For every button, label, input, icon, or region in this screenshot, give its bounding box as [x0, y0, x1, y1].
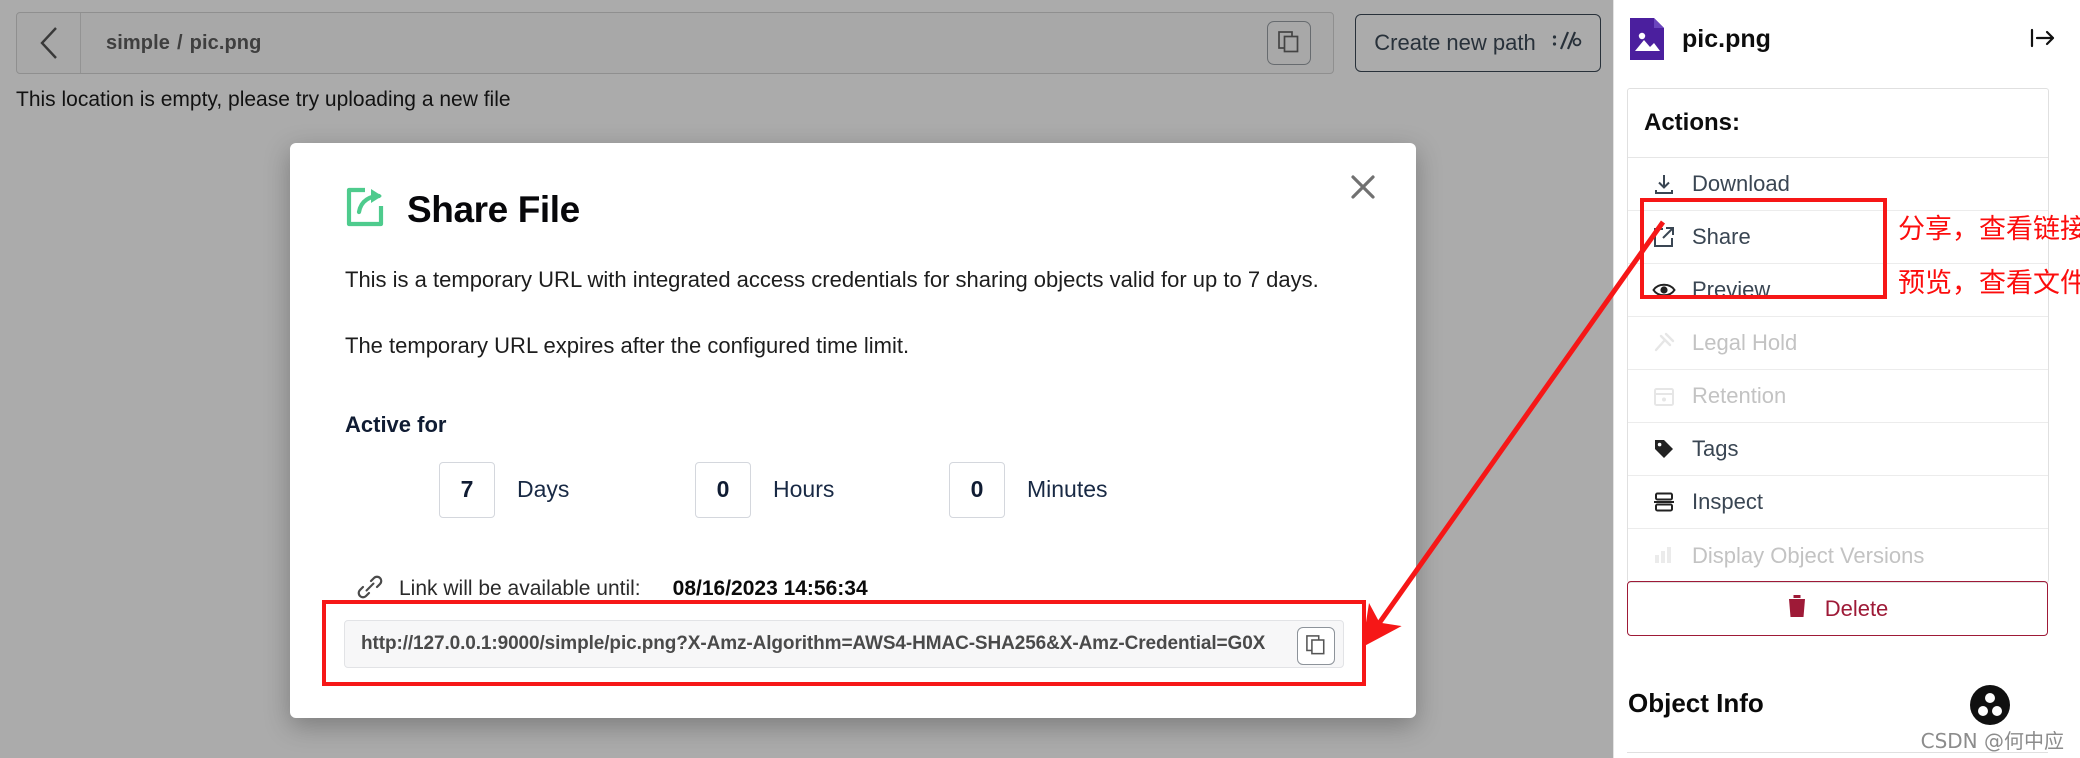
tag-icon: [1652, 437, 1676, 461]
trash-icon: [1787, 594, 1807, 624]
gavel-icon: [1652, 331, 1676, 355]
dialog-paragraph-2: The temporary URL expires after the conf…: [345, 333, 910, 359]
action-label: Display Object Versions: [1692, 542, 1925, 568]
link-expiry-label: Link will be available until:: [399, 577, 641, 601]
collapse-right-icon: [2030, 27, 2056, 52]
dialog-paragraph-1: This is a temporary URL with integrated …: [345, 267, 1319, 292]
inspect-icon: [1652, 490, 1676, 514]
link-expiry-value: 08/16/2023 14:56:34: [672, 577, 868, 601]
action-label: Retention: [1692, 383, 1787, 408]
action-label: Tags: [1692, 436, 1739, 461]
action-label: Inspect: [1692, 489, 1763, 514]
hours-input[interactable]: 0: [695, 461, 751, 518]
share-url-input[interactable]: http://127.0.0.1:9000/simple/pic.png?X-A…: [344, 620, 1344, 668]
actions-panel: Actions: Download Share Preview Legal Ho…: [1627, 88, 2049, 583]
share-file-icon: [345, 186, 385, 233]
preview-annotation-note: 预览，查看文件: [1898, 268, 2080, 299]
duration-row: 7 Days 0 Hours 0 Minutes: [345, 461, 1361, 518]
share-preview-highlight-annotation: [1640, 198, 1887, 299]
object-info-title: Object Info: [1628, 688, 1764, 718]
minio-logo-icon: [1969, 684, 2011, 726]
action-item-legal-hold: Legal Hold: [1628, 317, 2048, 370]
duration-days-group: 7 Days: [439, 461, 695, 518]
copy-url-button[interactable]: [1297, 627, 1335, 665]
actions-panel-title: Actions:: [1628, 89, 2048, 158]
share-file-dialog: Share File This is a temporary URL with …: [290, 143, 1416, 718]
delete-button[interactable]: Delete: [1627, 581, 2048, 636]
download-icon: [1652, 172, 1676, 196]
minutes-input[interactable]: 0: [949, 461, 1005, 518]
dialog-body: This is a temporary URL with integrated …: [290, 267, 1416, 605]
days-input[interactable]: 7: [439, 461, 495, 518]
action-label: Legal Hold: [1692, 330, 1798, 355]
image-file-icon: [1630, 18, 1664, 60]
action-item-display-object-versions: Display Object Versions: [1628, 529, 2048, 582]
delete-label: Delete: [1824, 595, 1889, 621]
versions-icon: [1652, 544, 1676, 568]
action-label: Download: [1692, 171, 1790, 196]
close-icon: [1349, 173, 1377, 204]
share-annotation-note: 分享，查看链接: [1898, 214, 2080, 245]
app-root: simple / pic.png Create new path This lo…: [0, 0, 2080, 758]
days-unit-label: Days: [517, 476, 570, 503]
copy-icon: [1306, 634, 1326, 658]
dialog-title: Share File: [407, 188, 580, 230]
action-item-inspect[interactable]: Inspect: [1628, 476, 2048, 529]
duration-hours-group: 0 Hours: [695, 461, 949, 518]
calendar-icon: [1652, 384, 1676, 408]
active-for-label: Active for: [345, 411, 447, 437]
minutes-unit-label: Minutes: [1027, 476, 1108, 503]
watermark: CSDN @何中应: [1920, 729, 2064, 753]
sidebar-file-name: pic.png: [1682, 24, 1771, 53]
duration-minutes-group: 0 Minutes: [949, 461, 1108, 518]
collapse-sidebar-button[interactable]: [2028, 24, 2058, 54]
action-item-retention: Retention: [1628, 370, 2048, 423]
sidebar-header: pic.png: [1614, 0, 2080, 60]
hours-unit-label: Hours: [773, 476, 835, 503]
share-url-value: http://127.0.0.1:9000/simple/pic.png?X-A…: [361, 633, 1266, 654]
object-details-sidebar: pic.png Actions: Download Share Preview …: [1613, 0, 2080, 758]
dialog-title-row: Share File: [290, 143, 1416, 233]
close-dialog-button[interactable]: [1340, 165, 1386, 211]
action-item-tags[interactable]: Tags: [1628, 423, 2048, 476]
